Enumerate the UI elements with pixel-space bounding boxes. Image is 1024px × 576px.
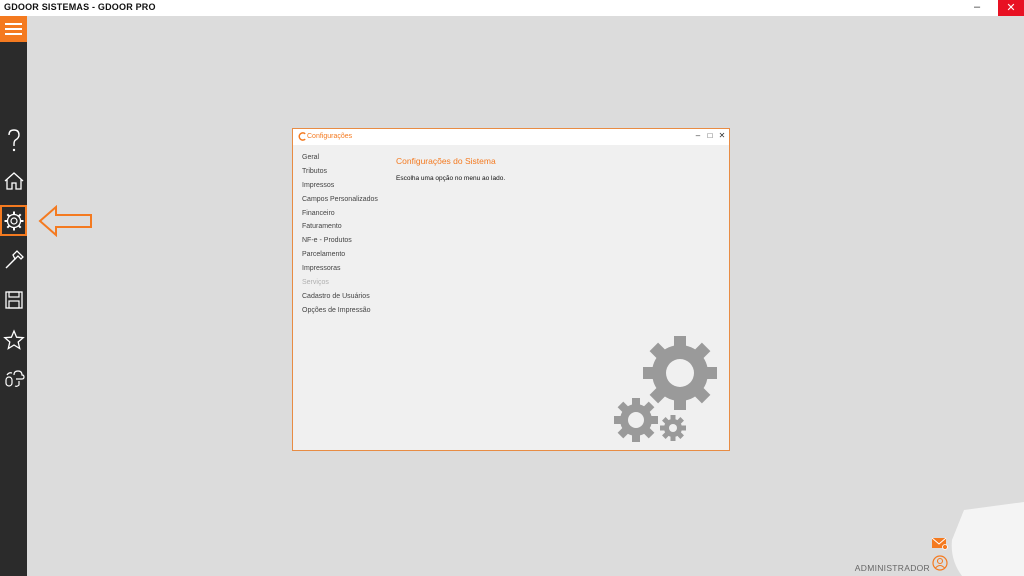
gear-icon xyxy=(4,211,23,230)
sidebar-item-tools[interactable] xyxy=(0,245,27,275)
menu-item-servicos: Serviços xyxy=(302,279,329,287)
dialog-title: Configurações xyxy=(307,133,353,140)
window-minimize-button[interactable]: – xyxy=(965,0,989,16)
sidebar-item-help[interactable] xyxy=(0,126,27,156)
settings-dialog: Configurações – □ ✕ Geral Tributos Impre… xyxy=(292,128,730,451)
menu-item-geral[interactable]: Geral xyxy=(302,151,378,165)
gears-illustration-icon xyxy=(614,336,717,442)
dialog-titlebar: Configurações – □ ✕ xyxy=(293,129,729,145)
menu-item-parcelamento[interactable]: Parcelamento xyxy=(302,248,378,262)
sidebar-item-sync[interactable] xyxy=(0,363,27,393)
sidebar-item-favorites[interactable] xyxy=(0,325,27,355)
dialog-minimize-button[interactable]: – xyxy=(692,131,704,140)
app-logo-icon xyxy=(298,132,306,141)
decorative-shape xyxy=(951,502,1024,576)
user-icon[interactable] xyxy=(932,555,948,571)
user-name: ADMINISTRADOR xyxy=(854,563,930,573)
content-hint: Escolha uma opção no menu ao lado. xyxy=(396,175,506,182)
mail-icon[interactable] xyxy=(932,537,948,550)
sidebar xyxy=(0,16,27,576)
menu-item-nfe-produtos[interactable]: NF-e - Produtos xyxy=(302,234,378,248)
home-icon xyxy=(4,172,23,190)
star-icon xyxy=(2,329,25,350)
sync-cloud-icon xyxy=(4,370,25,387)
menu-item-campos-personalizados[interactable]: Campos Personalizados xyxy=(302,193,378,207)
sidebar-item-settings[interactable] xyxy=(0,205,27,236)
menu-item-impressoras[interactable]: Impressoras xyxy=(302,262,378,276)
window-title: GDOOR SISTEMAS - GDOOR PRO xyxy=(4,2,156,12)
hamburger-menu-button[interactable] xyxy=(0,16,27,42)
help-icon xyxy=(7,129,20,152)
content-heading: Configurações do Sistema xyxy=(396,156,496,166)
menu-item-faturamento[interactable]: Faturamento xyxy=(302,220,378,234)
menu-item-tributos[interactable]: Tributos xyxy=(302,165,378,179)
settings-menu: Geral Tributos Impressos Campos Personal… xyxy=(302,151,378,318)
menu-item-impressos[interactable]: Impressos xyxy=(302,179,378,193)
menu-item-opcoes-impressao[interactable]: Opções de Impressão xyxy=(302,304,378,318)
dialog-close-button[interactable]: ✕ xyxy=(716,131,728,140)
window-close-button[interactable]: ✕ xyxy=(998,0,1024,16)
sidebar-item-home[interactable] xyxy=(0,166,27,196)
save-icon xyxy=(4,291,23,309)
menu-item-cadastro-usuarios[interactable]: Cadastro de Usuários xyxy=(302,290,378,304)
window-titlebar: GDOOR SISTEMAS - GDOOR PRO – ✕ xyxy=(0,0,1024,16)
hammer-icon xyxy=(5,250,24,269)
menu-item-financeiro[interactable]: Financeiro xyxy=(302,207,378,221)
dialog-maximize-button[interactable]: □ xyxy=(704,131,716,140)
menu-icon xyxy=(5,23,22,25)
sidebar-item-save[interactable] xyxy=(0,285,27,315)
